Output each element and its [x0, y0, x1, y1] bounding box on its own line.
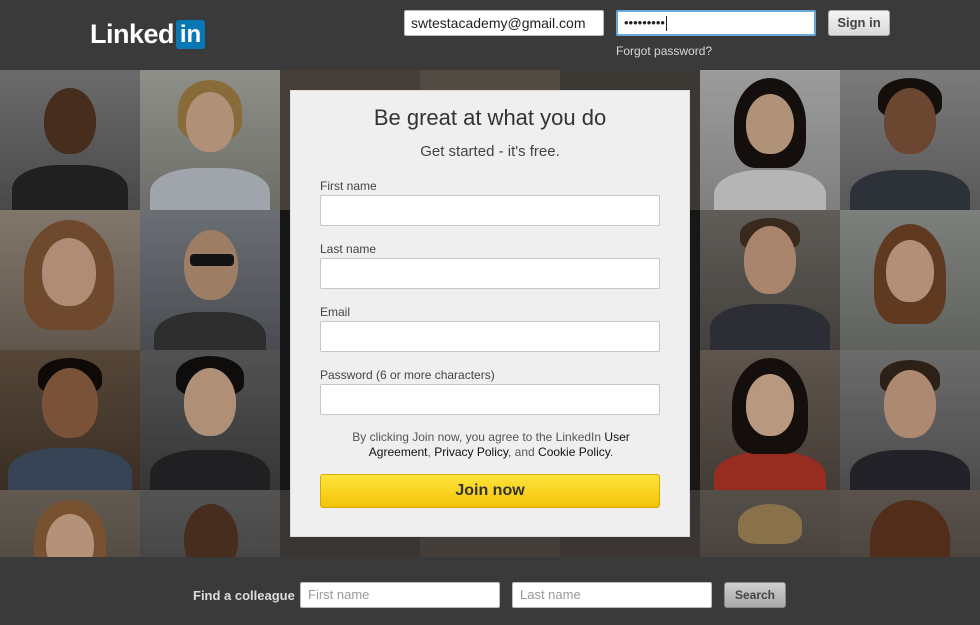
- password-mask: •••••••••: [624, 15, 665, 30]
- search-button[interactable]: Search: [724, 582, 786, 608]
- last-name-label: Last name: [320, 242, 377, 256]
- password-label: Password (6 or more characters): [320, 368, 495, 382]
- colleague-first-name-input[interactable]: First name: [300, 582, 500, 608]
- text-cursor: [665, 16, 667, 32]
- find-colleague-label: Find a colleague: [193, 588, 295, 603]
- first-name-input[interactable]: [320, 195, 660, 226]
- colleague-last-name-input[interactable]: Last name: [512, 582, 712, 608]
- linkedin-logo[interactable]: Linked in: [90, 19, 206, 49]
- signin-password-field[interactable]: •••••••••: [616, 10, 816, 36]
- find-colleague-bar: Find a colleague First name Last name Se…: [0, 557, 980, 625]
- email-input[interactable]: [320, 321, 660, 352]
- signup-panel: Be great at what you do Get started - it…: [290, 90, 690, 537]
- terms-end: .: [609, 445, 614, 459]
- terms-text: By clicking Join now, you agree to the L…: [331, 430, 651, 460]
- logo-in-badge: in: [176, 19, 206, 49]
- last-name-input[interactable]: [320, 258, 660, 289]
- terms-prefix: By clicking Join now, you agree to the L…: [352, 430, 602, 444]
- forgot-password-link[interactable]: Forgot password?: [616, 44, 712, 58]
- signin-email-field[interactable]: swtestacademy@gmail.com: [404, 10, 604, 36]
- cookie-policy-link[interactable]: Cookie Policy: [538, 445, 610, 459]
- logo-wordmark: Linked: [90, 19, 175, 49]
- top-header: Linked in swtestacademy@gmail.com ••••••…: [0, 0, 980, 70]
- privacy-policy-link[interactable]: Privacy Policy: [434, 445, 508, 459]
- sign-in-button[interactable]: Sign in: [828, 10, 890, 36]
- password-input[interactable]: [320, 384, 660, 415]
- join-now-button[interactable]: Join now: [320, 474, 660, 508]
- email-label: Email: [320, 305, 351, 319]
- first-name-label: First name: [320, 179, 377, 193]
- signup-subtitle: Get started - it's free.: [420, 143, 560, 160]
- terms-separator: ,: [427, 445, 431, 459]
- signup-title: Be great at what you do: [373, 105, 607, 130]
- terms-separator: , and: [507, 445, 535, 459]
